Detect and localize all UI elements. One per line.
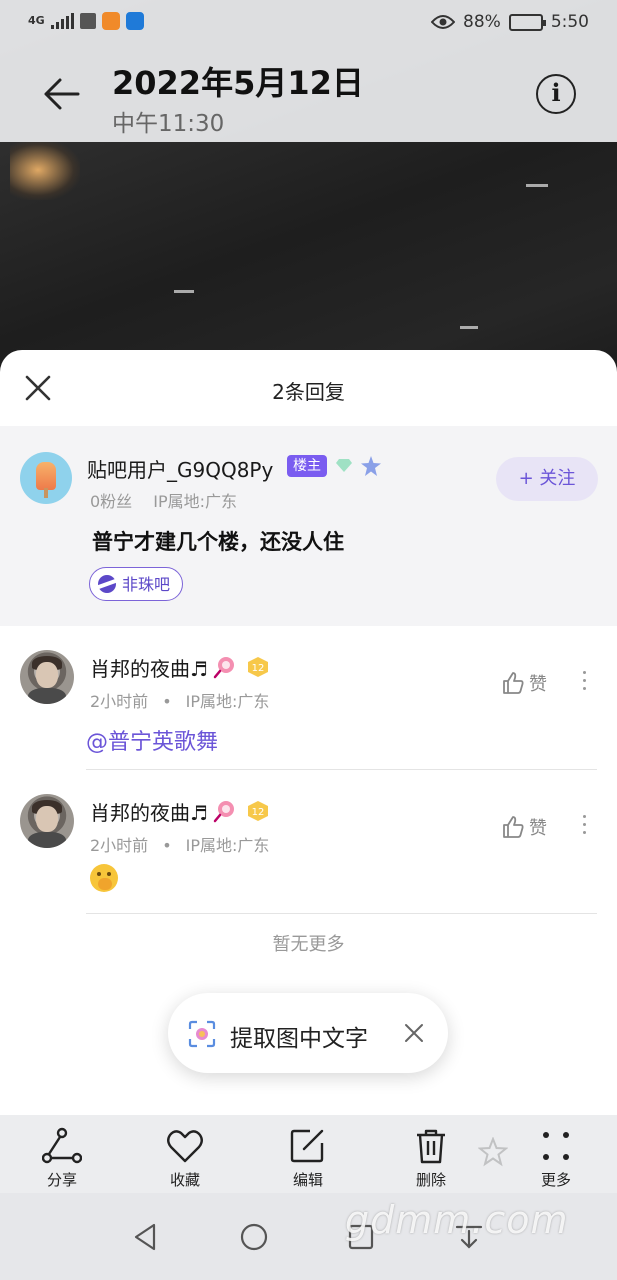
battery-percent: 88% xyxy=(463,12,501,32)
photo-streak xyxy=(174,290,194,293)
op-fans: 0粉丝 xyxy=(90,492,133,511)
photo-streak xyxy=(460,326,478,329)
viewer-header: 4G 88% 5:50 2022年5月12日 中午11:30 i xyxy=(0,0,617,142)
forum-tag-label: 非珠吧 xyxy=(122,574,171,594)
more-label: 更多 xyxy=(540,1171,571,1189)
diamond-badge-icon xyxy=(336,459,352,472)
reply-ip: IP属地:广东 xyxy=(185,692,270,711)
follow-button[interactable]: + 关注 xyxy=(496,457,598,501)
replies-sheet: 2条回复 贴吧用户_G9QQ8Py 楼主 0粉丝 IP属地:广东 + 关注 普宁… xyxy=(0,350,617,1115)
reply-username[interactable]: 肖邦的夜曲♬ xyxy=(90,797,208,826)
level-badge-value: 12 xyxy=(252,663,265,674)
level-badge-value: 12 xyxy=(252,807,265,818)
delete-label: 删除 xyxy=(415,1171,446,1189)
more-options-button[interactable] xyxy=(578,668,590,696)
reply-time: 2小时前 xyxy=(90,836,149,855)
battery-icon xyxy=(508,13,546,31)
edit-button[interactable]: 编辑 xyxy=(268,1127,348,1190)
divider xyxy=(86,913,597,914)
close-icon[interactable] xyxy=(404,1023,424,1043)
lollipop-icon xyxy=(213,801,234,823)
shushing-emoji-icon xyxy=(90,864,118,892)
delete-button[interactable]: 删除 xyxy=(391,1127,471,1190)
lollipop-icon xyxy=(213,657,234,679)
reply-username[interactable]: 肖邦的夜曲♬ xyxy=(90,653,208,682)
more-button[interactable]: 更多 xyxy=(516,1127,596,1190)
more-options-button[interactable] xyxy=(578,812,590,840)
app-notification-icon xyxy=(101,12,120,30)
level-badge-icon: 12 xyxy=(248,801,268,821)
favorite-button[interactable]: 收藏 xyxy=(145,1127,225,1190)
photo-streak xyxy=(526,184,548,187)
sheet-header: 2条回复 xyxy=(0,350,617,426)
star-icon xyxy=(478,1137,508,1167)
sheet-title: 2条回复 xyxy=(272,380,345,404)
forum-tag[interactable]: 非珠吧 xyxy=(89,567,184,601)
op-username[interactable]: 贴吧用户_G9QQ8Py xyxy=(87,454,273,483)
like-button[interactable]: 赞 xyxy=(501,670,553,696)
avatar[interactable] xyxy=(20,794,74,848)
level-badge: 12 xyxy=(246,656,270,678)
network-type: 4G xyxy=(28,14,45,27)
arrow-left-icon xyxy=(44,78,80,110)
reply-content[interactable]: @普宁英歌舞 xyxy=(86,724,218,756)
scan-text-icon xyxy=(188,1020,216,1048)
avatar[interactable] xyxy=(20,650,74,704)
photo-time: 中午11:30 xyxy=(112,111,225,137)
photo-date: 2022年5月12日 xyxy=(112,64,364,102)
more-dots-icon xyxy=(543,1132,569,1160)
op-ip: IP属地:广东 xyxy=(153,492,238,511)
trash-icon xyxy=(417,1129,445,1164)
no-more-text: 暂无更多 xyxy=(272,934,345,955)
sim-icon xyxy=(79,13,96,29)
op-badge: 楼主 xyxy=(287,455,327,477)
nav-back-icon[interactable] xyxy=(130,1221,162,1253)
info-button[interactable]: i xyxy=(536,74,576,114)
cloud-notification-icon xyxy=(125,12,144,30)
reply-meta: 2小时前 • IP属地:广东 xyxy=(90,692,270,711)
eye-icon xyxy=(431,15,456,29)
extract-text-pill[interactable]: 提取图中文字 xyxy=(168,993,448,1073)
share-button[interactable]: 分享 xyxy=(22,1127,102,1190)
reply-ip: IP属地:广东 xyxy=(185,836,270,855)
level-badge: 12 xyxy=(246,800,270,822)
back-button[interactable] xyxy=(40,72,84,116)
op-meta: 0粉丝 IP属地:广东 xyxy=(90,488,237,512)
share-icon xyxy=(42,1127,82,1164)
reply-item: 肖邦的夜曲♬ 12 2小时前 • IP属地:广东 赞 @普宁英歌舞 xyxy=(0,626,617,770)
reply-time: 2小时前 xyxy=(90,692,149,711)
share-label: 分享 xyxy=(46,1171,77,1189)
status-bar: 4G 88% 5:50 xyxy=(0,10,617,38)
like-button[interactable]: 赞 xyxy=(501,814,553,840)
watermark: gdmm.com xyxy=(345,1198,569,1242)
edit-icon xyxy=(290,1129,324,1163)
reply-meta: 2小时前 • IP属地:广东 xyxy=(90,836,270,855)
star-level-icon xyxy=(361,456,381,476)
signal-icon xyxy=(50,13,74,29)
nav-home-icon[interactable] xyxy=(238,1221,270,1253)
info-icon: i xyxy=(551,78,561,107)
thumbs-up-icon xyxy=(503,672,524,694)
edit-label: 编辑 xyxy=(292,1171,323,1189)
extract-text-label: 提取图中文字 xyxy=(230,1026,368,1052)
original-post: 贴吧用户_G9QQ8Py 楼主 0粉丝 IP属地:广东 + 关注 普宁才建几个楼… xyxy=(0,426,617,626)
op-content: 普宁才建几个楼，还没人住 xyxy=(92,530,344,554)
photo-toolbar: 分享 收藏 编辑 删除 更多 xyxy=(0,1115,617,1193)
planet-icon xyxy=(98,575,116,593)
photo-light-glow xyxy=(10,140,80,200)
heart-icon xyxy=(167,1130,203,1163)
like-label: 赞 xyxy=(529,674,547,695)
reply-item: 肖邦的夜曲♬ 12 2小时前 • IP属地:广东 赞 xyxy=(0,770,617,914)
level-badge-icon: 12 xyxy=(248,657,268,677)
avatar[interactable] xyxy=(20,452,72,504)
thumbs-up-icon xyxy=(503,816,524,838)
status-time: 5:50 xyxy=(550,12,589,32)
like-label: 赞 xyxy=(529,818,547,839)
favorite-label: 收藏 xyxy=(169,1171,200,1189)
